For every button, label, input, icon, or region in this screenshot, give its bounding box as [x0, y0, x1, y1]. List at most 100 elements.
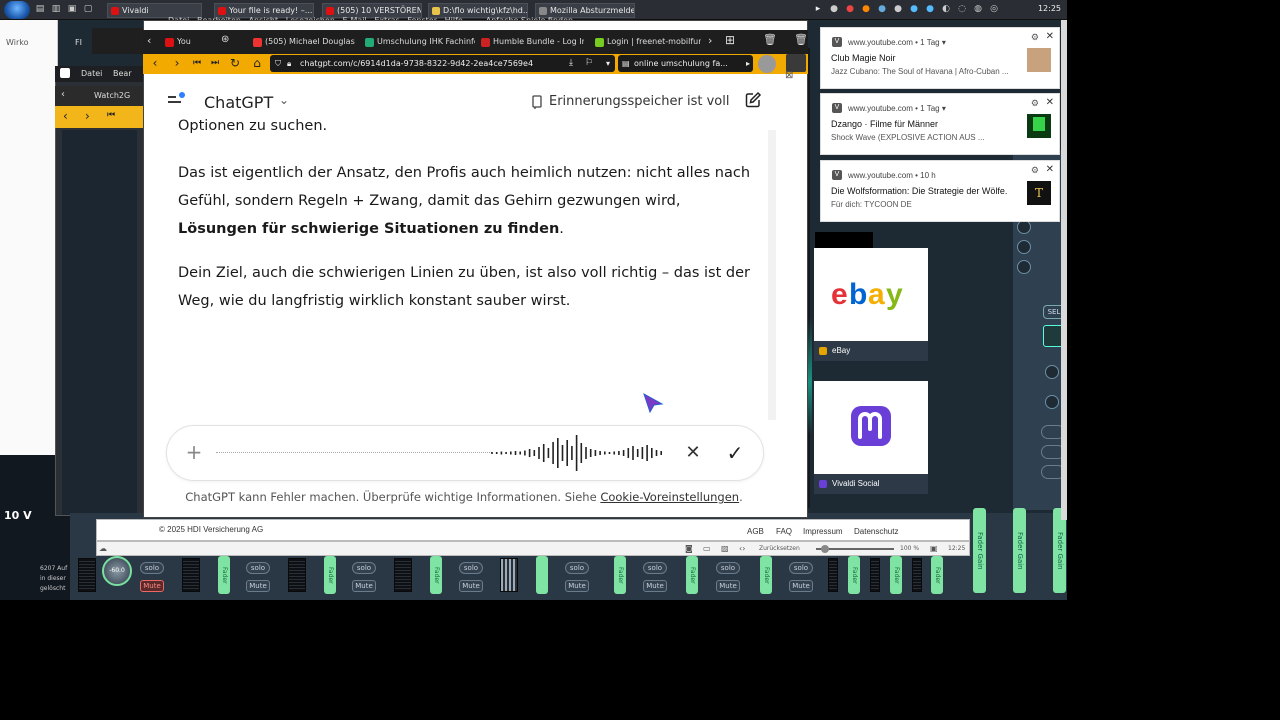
- fader-gain[interactable]: Fader Gain: [1013, 508, 1026, 593]
- start-button[interactable]: [4, 1, 30, 19]
- explorer-icon[interactable]: ▥: [50, 4, 62, 16]
- memory-icon[interactable]: [531, 94, 543, 109]
- notification-3[interactable]: V www.youtube.com • 10 h ⚙︎ ✕ Die Wolfsf…: [820, 160, 1060, 222]
- mute-button[interactable]: Mute: [643, 580, 667, 592]
- panel-icon[interactable]: ▣: [930, 544, 938, 553]
- window-icon[interactable]: ▭: [703, 544, 711, 553]
- close-icon[interactable]: ✕: [1046, 97, 1054, 108]
- url-field[interactable]: ⛉ 🔒︎ chatgpt.com/c/6914d1da-9738-8322-9d…: [270, 55, 615, 72]
- tray-chevron-icon[interactable]: ▸: [812, 4, 824, 16]
- rewind-icon[interactable]: ⏮: [190, 56, 204, 70]
- mixer-knob[interactable]: [1017, 260, 1031, 274]
- memory-full-label[interactable]: Erinnerungsspeicher ist voll: [549, 94, 729, 109]
- close-icon[interactable]: ✕: [1046, 164, 1054, 175]
- image-icon[interactable]: ▨: [721, 544, 729, 553]
- solo-button[interactable]: solo: [352, 562, 376, 574]
- code-icon[interactable]: ‹›: [739, 544, 745, 553]
- fader[interactable]: Fader: [760, 556, 772, 594]
- trash-icon[interactable]: 🗑︎: [794, 33, 808, 46]
- menu-bearbeiten[interactable]: Bear: [113, 69, 132, 78]
- forward-icon[interactable]: ›: [85, 109, 90, 123]
- notification-scrollbar[interactable]: [1061, 20, 1067, 520]
- new-chat-icon[interactable]: [744, 91, 762, 109]
- shield-icon[interactable]: ⛉: [275, 55, 281, 72]
- notification-1[interactable]: V www.youtube.com • 1 Tag ▾ ⚙︎ ✕ Club Ma…: [820, 27, 1060, 89]
- close-icon[interactable]: ⊠: [785, 70, 793, 81]
- lock-icon[interactable]: 🔒︎: [287, 55, 291, 72]
- tray-icon[interactable]: ●: [828, 4, 840, 16]
- mixer-knob[interactable]: [1045, 395, 1059, 409]
- scrollbar[interactable]: [768, 130, 776, 420]
- speed-dial-label[interactable]: eBay: [814, 341, 928, 361]
- network-icon[interactable]: ●: [924, 4, 936, 16]
- speed-dial-ebay[interactable]: e b a y: [814, 248, 928, 341]
- back-icon[interactable]: ‹: [148, 56, 162, 70]
- tab-freenet[interactable]: Login | freenet-mobilfunk: [593, 34, 701, 52]
- mixer-knob[interactable]: [1017, 220, 1031, 234]
- fader[interactable]: Fader: [430, 556, 442, 594]
- profile-avatar[interactable]: [758, 55, 776, 73]
- folder-icon[interactable]: ▤: [34, 4, 46, 16]
- tray-icon[interactable]: ◎: [988, 4, 1000, 16]
- gear-icon[interactable]: ⚙︎: [1031, 98, 1039, 109]
- fader-gain[interactable]: Fader Gain: [973, 508, 986, 593]
- speed-dial-label[interactable]: Vivaldi Social: [814, 474, 928, 494]
- zoom-reset[interactable]: Zurücksetzen: [759, 545, 800, 552]
- dropdown-icon[interactable]: ▾: [606, 55, 610, 72]
- tray-icon[interactable]: ◍: [972, 4, 984, 16]
- speed-dial-vivaldi-social[interactable]: [814, 381, 928, 474]
- mute-button[interactable]: Mute: [352, 580, 376, 592]
- fader[interactable]: Fader: [218, 556, 230, 594]
- search-field[interactable]: ▤ online umschulung fa... ▸: [618, 55, 753, 72]
- gain-knob[interactable]: -60.0: [102, 556, 132, 586]
- link-agb[interactable]: AGB: [747, 527, 764, 536]
- zoom-slider-thumb[interactable]: [821, 545, 829, 553]
- sidebar-toggle-button[interactable]: [165, 90, 187, 112]
- close-icon[interactable]: ✕: [1046, 31, 1054, 42]
- chevron-right-icon[interactable]: ›: [708, 34, 712, 47]
- mute-button[interactable]: Mute: [789, 580, 813, 592]
- chevron-left-icon[interactable]: ‹: [61, 89, 65, 100]
- notification-2[interactable]: V www.youtube.com • 1 Tag ▾ ⚙︎ ✕ Dzango …: [820, 93, 1060, 155]
- fader[interactable]: Fader: [324, 556, 336, 594]
- clock[interactable]: 12:25: [1038, 4, 1061, 13]
- tray-icon[interactable]: ●: [892, 4, 904, 16]
- forward-icon[interactable]: ›: [170, 56, 184, 70]
- gear-icon[interactable]: ⚙︎: [1031, 32, 1039, 43]
- solo-button[interactable]: solo: [789, 562, 813, 574]
- tray-icon[interactable]: ●: [908, 4, 920, 16]
- tab-youtube-video[interactable]: (505) Michael Douglas in: [251, 34, 356, 52]
- tray-icon[interactable]: ●: [844, 4, 856, 16]
- reload-icon[interactable]: ↻: [228, 56, 242, 70]
- bg-tab-watch2gether[interactable]: Watch2G: [94, 91, 130, 100]
- mute-button[interactable]: Mute: [565, 580, 589, 592]
- rewind-icon[interactable]: ⏮: [107, 110, 115, 120]
- link-faq[interactable]: FAQ: [776, 527, 792, 536]
- new-tab-icon[interactable]: ⊞: [725, 33, 735, 47]
- link-datenschutz[interactable]: Datenschutz: [854, 527, 898, 536]
- mute-button[interactable]: Mute: [716, 580, 740, 592]
- fader[interactable]: Fader: [890, 556, 902, 594]
- back-icon[interactable]: ‹: [63, 109, 68, 123]
- window-icon[interactable]: ▢: [82, 4, 94, 16]
- fast-forward-icon[interactable]: ⏭: [208, 56, 222, 70]
- mixer-knob[interactable]: [1045, 365, 1059, 379]
- fader[interactable]: Fader: [614, 556, 626, 594]
- mute-button[interactable]: Mute: [459, 580, 483, 592]
- chevron-left-icon[interactable]: ‹: [147, 34, 151, 47]
- mixer-knob[interactable]: [1017, 240, 1031, 254]
- tab-youtube[interactable]: You: [163, 34, 203, 52]
- camera-icon[interactable]: ◙: [685, 544, 693, 553]
- solo-button[interactable]: solo: [459, 562, 483, 574]
- trash-icon[interactable]: 🗑︎: [763, 33, 777, 46]
- fader[interactable]: Fader: [931, 556, 943, 594]
- vivaldi-icon[interactable]: ⊛: [221, 34, 229, 45]
- add-attachment-button[interactable]: +: [184, 440, 204, 464]
- home-icon[interactable]: ⌂: [250, 56, 264, 70]
- gear-icon[interactable]: ⚙︎: [1031, 165, 1039, 176]
- solo-button[interactable]: solo: [643, 562, 667, 574]
- tab-humble-bundle[interactable]: Humble Bundle - Log In: [479, 34, 584, 52]
- tab-umschulung[interactable]: Umschulung IHK Fachinfo: [363, 34, 475, 52]
- cloud-icon[interactable]: ☁︎: [99, 544, 107, 553]
- menu-datei[interactable]: Datei: [81, 69, 102, 78]
